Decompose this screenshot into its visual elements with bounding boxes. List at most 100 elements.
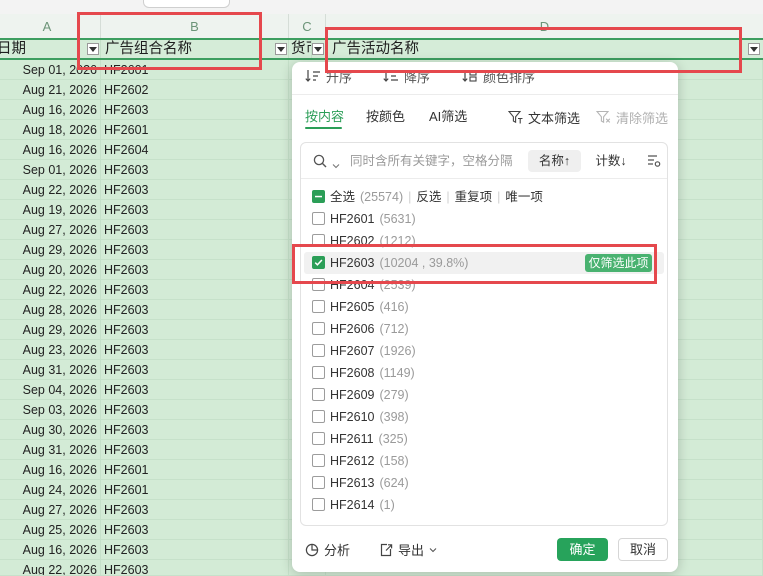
ad-group-cell[interactable]: HF2603 [101,440,289,459]
date-cell[interactable]: Aug 25, 2026 [0,520,101,539]
filter-item[interactable]: HF2601 (5631) [304,208,664,230]
date-cell[interactable]: Aug 16, 2026 [0,460,101,479]
date-cell[interactable]: Sep 04, 2026 [0,380,101,399]
date-cell[interactable]: Sep 01, 2026 [0,60,101,79]
date-cell[interactable]: Aug 29, 2026 [0,240,101,259]
list-settings-icon[interactable] [647,154,661,168]
ad-group-cell[interactable]: HF2603 [101,180,289,199]
ad-group-cell[interactable]: HF2603 [101,360,289,379]
date-cell[interactable]: Aug 31, 2026 [0,360,101,379]
header-cell-ad-group[interactable]: 广告组合名称 [101,40,289,58]
date-cell[interactable]: Aug 28, 2026 [0,300,101,319]
filter-item-checkbox[interactable] [312,498,325,511]
sort-by-name-button[interactable]: 名称↑ [528,150,581,172]
filter-item[interactable]: HF2610 (398) [304,406,664,428]
ad-group-cell[interactable]: HF2602 [101,80,289,99]
column-letter-c[interactable]: C [289,14,326,38]
ad-group-cell[interactable]: HF2603 [101,200,289,219]
filter-dropdown-button-d[interactable] [748,43,760,55]
filter-item-checkbox[interactable] [312,212,325,225]
analyze-button[interactable]: 分析 [305,538,350,561]
ad-group-cell[interactable]: HF2603 [101,560,289,575]
export-button[interactable]: 导出 [379,538,437,561]
filter-item-checkbox[interactable] [312,234,325,247]
ad-group-cell[interactable]: HF2601 [101,460,289,479]
filter-item-checkbox[interactable] [312,454,325,467]
select-all-label[interactable]: 全选 [330,186,355,208]
filter-item[interactable]: HF2608 (1149) [304,362,664,384]
filter-item[interactable]: HF2607 (1926) [304,340,664,362]
date-cell[interactable]: Sep 01, 2026 [0,160,101,179]
tab-by-content[interactable]: 按内容 [305,108,344,126]
date-cell[interactable]: Aug 16, 2026 [0,540,101,559]
ad-group-cell[interactable]: HF2603 [101,520,289,539]
filter-search-input[interactable] [350,150,520,172]
sort-ascending-button[interactable]: 升序 [305,66,352,86]
filter-item-checkbox[interactable] [312,344,325,357]
search-icon[interactable] [313,154,327,168]
duplicates-link[interactable]: 重复项 [455,186,493,208]
ad-group-cell[interactable]: HF2603 [101,260,289,279]
date-cell[interactable]: Aug 27, 2026 [0,500,101,519]
date-cell[interactable]: Aug 31, 2026 [0,440,101,459]
confirm-button[interactable]: 确定 [557,538,608,561]
header-cell-date[interactable]: 日期 [0,40,101,58]
ad-group-cell[interactable]: HF2604 [101,140,289,159]
ad-group-cell[interactable]: HF2603 [101,160,289,179]
sort-by-count-button[interactable]: 计数↓ [591,150,631,172]
date-cell[interactable]: Aug 24, 2026 [0,480,101,499]
filter-item[interactable]: HF2606 (712) [304,318,664,340]
date-cell[interactable]: Aug 16, 2026 [0,140,101,159]
date-cell[interactable]: Aug 16, 2026 [0,100,101,119]
color-sort-button[interactable]: 颜色排序 [462,66,535,86]
sort-descending-button[interactable]: 降序 [383,66,430,86]
invert-selection-link[interactable]: 反选 [416,186,441,208]
header-cell-campaign[interactable]: 广告活动名称 [326,40,763,58]
date-cell[interactable]: Sep 03, 2026 [0,400,101,419]
ad-group-cell[interactable]: HF2601 [101,480,289,499]
ad-group-cell[interactable]: HF2603 [101,240,289,259]
sheet-tab[interactable] [143,0,230,8]
ad-group-cell[interactable]: HF2603 [101,400,289,419]
filter-item-checkbox[interactable] [312,322,325,335]
filter-item[interactable]: HF2612 (158) [304,450,664,472]
filter-item-checkbox[interactable] [312,410,325,423]
filter-item[interactable]: HF2605 (416) [304,296,664,318]
date-cell[interactable]: Aug 27, 2026 [0,220,101,239]
header-cell-currency[interactable]: 货币 [289,40,312,58]
filter-item[interactable]: HF2614 (1) [304,494,664,516]
date-cell[interactable]: Aug 30, 2026 [0,420,101,439]
filter-dropdown-button-a[interactable] [87,43,99,55]
select-all-checkbox[interactable] [312,190,325,203]
filter-item[interactable]: HF2611 (325) [304,428,664,450]
clear-filter-button[interactable]: 清除筛选 [596,108,668,126]
ad-group-cell[interactable]: HF2603 [101,380,289,399]
ad-group-cell[interactable]: HF2603 [101,100,289,119]
date-cell[interactable]: Aug 21, 2026 [0,80,101,99]
date-cell[interactable]: Aug 23, 2026 [0,340,101,359]
filter-item[interactable]: HF2604 (2539) [304,274,664,296]
filter-item-checkbox[interactable] [312,256,325,269]
date-cell[interactable]: Aug 19, 2026 [0,200,101,219]
ad-group-cell[interactable]: HF2603 [101,420,289,439]
date-cell[interactable]: Aug 18, 2026 [0,120,101,139]
text-filter-button[interactable]: 文本筛选 [508,108,580,126]
filter-item[interactable]: HF2613 (624) [304,472,664,494]
date-cell[interactable]: Aug 22, 2026 [0,280,101,299]
column-letter-b[interactable]: B [101,14,289,38]
date-cell[interactable]: Aug 29, 2026 [0,320,101,339]
ad-group-cell[interactable]: HF2603 [101,320,289,339]
ad-group-cell[interactable]: HF2603 [101,220,289,239]
chevron-down-icon[interactable] [332,157,340,169]
filter-item-checkbox[interactable] [312,300,325,313]
filter-item-checkbox[interactable] [312,432,325,445]
filter-item-checkbox[interactable] [312,278,325,291]
ad-group-cell[interactable]: HF2601 [101,120,289,139]
filter-item[interactable]: HF2603 (10204 , 39.8%) 仅筛选此项 [304,252,664,274]
date-cell[interactable]: Aug 20, 2026 [0,260,101,279]
tab-by-color[interactable]: 按颜色 [366,108,405,126]
filter-item[interactable]: HF2609 (279) [304,384,664,406]
column-letter-d[interactable]: D [326,14,763,38]
filter-dropdown-button-b[interactable] [275,43,287,55]
ad-group-cell[interactable]: HF2603 [101,300,289,319]
